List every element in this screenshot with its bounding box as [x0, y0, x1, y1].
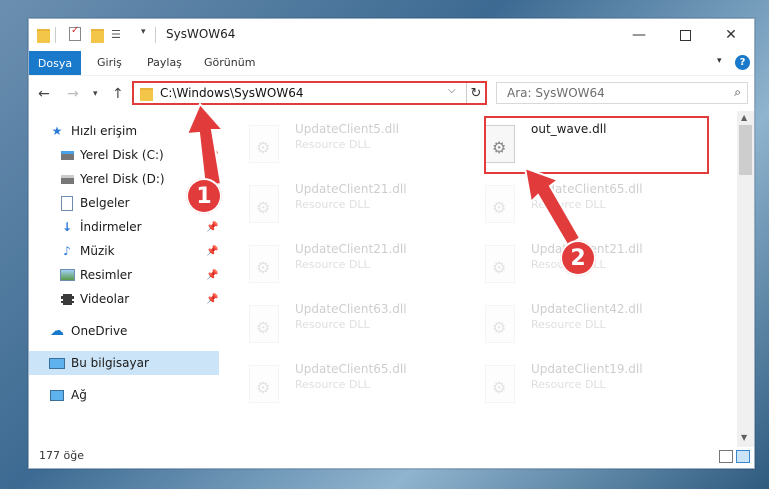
arrow-1: [185, 102, 226, 188]
arrow-2: [523, 166, 582, 248]
step-badge-1: 1: [186, 178, 222, 214]
annotation-arrows: [185, 102, 582, 248]
step-badge-2: 2: [560, 240, 596, 276]
